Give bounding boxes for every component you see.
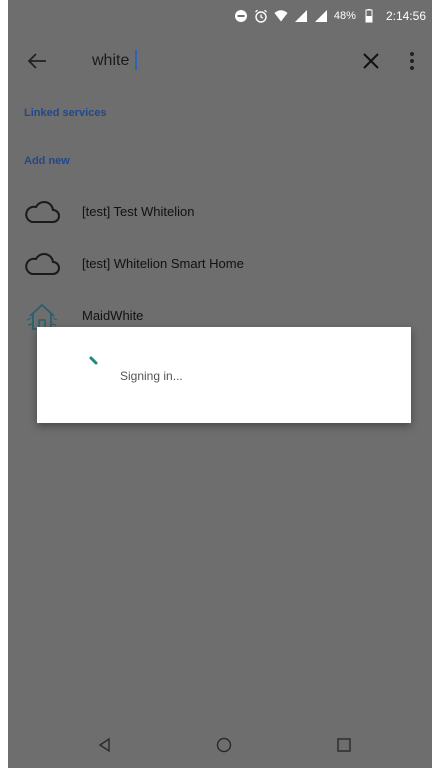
close-icon[interactable]: [360, 50, 382, 72]
signal-icon-2: [314, 9, 328, 23]
progress-spinner: [89, 355, 105, 371]
signal-icon: [294, 9, 308, 23]
cloud-icon: [22, 248, 62, 280]
dialog-message: Signing in...: [120, 369, 183, 383]
clock: 2:14:56: [385, 9, 426, 23]
more-vert-icon[interactable]: [406, 48, 418, 74]
status-icons: 48% 2:14:56: [234, 9, 426, 23]
arrow-back-icon[interactable]: [24, 48, 50, 74]
text-cursor: [135, 50, 137, 70]
navigation-bar: [8, 722, 432, 768]
linked-services-header: Linked services: [24, 107, 107, 119]
signing-in-dialog: Signing in...: [37, 327, 411, 423]
battery-percent: 48%: [333, 10, 356, 22]
alarm-icon: [254, 9, 268, 23]
screen-frame-left: [0, 0, 8, 768]
status-bar: 48% 2:14:56: [8, 0, 432, 34]
search-input[interactable]: [92, 48, 312, 74]
wifi-icon: [274, 9, 288, 23]
service-item-whitelion-smart-home[interactable]: [test] Whitelion Smart Home: [8, 240, 432, 290]
nav-home-icon[interactable]: [215, 736, 233, 754]
nav-recents-icon[interactable]: [335, 736, 353, 754]
service-label: [test] Whitelion Smart Home: [82, 256, 244, 271]
service-label: [test] Test Whitelion: [82, 204, 195, 219]
nav-back-icon[interactable]: [96, 736, 114, 754]
service-label: MaidWhite: [82, 308, 144, 323]
do-not-disturb-icon: [234, 9, 248, 23]
search-toolbar: [8, 34, 432, 88]
battery-icon: [362, 9, 376, 23]
cloud-icon: [22, 196, 62, 228]
add-new-header: Add new: [24, 155, 70, 167]
phone-screen: 48% 2:14:56 Linked services Add new [tes…: [8, 0, 432, 768]
service-item-test-whitelion[interactable]: [test] Test Whitelion: [8, 188, 432, 238]
